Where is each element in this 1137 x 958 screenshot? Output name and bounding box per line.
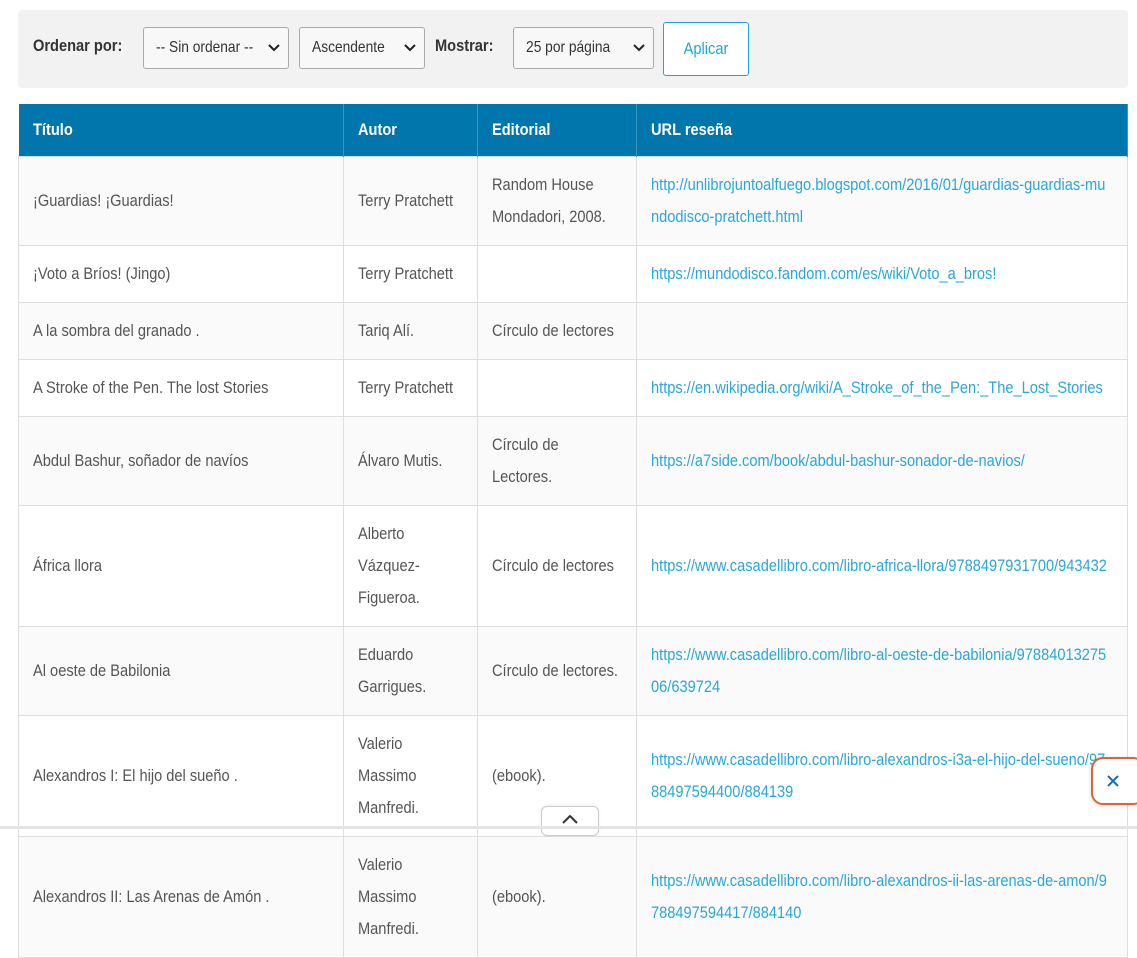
- page-size-value: 25 por página: [526, 39, 611, 56]
- chevron-down-icon: [268, 44, 280, 52]
- cell-review-url: https://en.wikipedia.org/wiki/A_Stroke_o…: [636, 358, 1128, 417]
- header-publisher[interactable]: Editorial: [477, 104, 637, 156]
- cell-title: Alexandros I: El hijo del sueño .: [18, 714, 344, 837]
- cell-author: Tariq Alí.: [343, 301, 478, 360]
- review-link[interactable]: https://a7side.com/book/abdul-bashur-son…: [651, 451, 1025, 470]
- review-link[interactable]: https://www.casadellibro.com/libro-afric…: [651, 556, 1107, 575]
- cell-author: Terry Pratchett: [343, 358, 478, 417]
- table-row: A la sombra del granado . Tariq Alí. Cír…: [18, 301, 1128, 360]
- sort-label: Ordenar por:: [33, 36, 123, 55]
- page-size-select[interactable]: 25 por página: [513, 27, 654, 69]
- cell-author: Álvaro Mutis.: [343, 415, 478, 506]
- sort-field-value: -- Sin ordenar --: [156, 39, 254, 56]
- sort-toolbar: Ordenar por: -- Sin ordenar -- Ascendent…: [18, 10, 1128, 88]
- cell-author: Valerio Massimo Manfredi.: [343, 714, 478, 837]
- cell-title: ¡Guardias! ¡Guardias!: [18, 155, 344, 246]
- sort-order-select[interactable]: Ascendente: [299, 27, 425, 69]
- review-link[interactable]: https://www.casadellibro.com/libro-alexa…: [651, 871, 1107, 922]
- cell-review-url: https://a7side.com/book/abdul-bashur-son…: [636, 415, 1128, 506]
- cell-author: Alberto Vázquez-Figueroa.: [343, 504, 478, 627]
- header-author[interactable]: Autor: [343, 104, 478, 156]
- table-row: Al oeste de Babilonia Eduardo Garrigues.…: [18, 625, 1128, 716]
- cell-publisher: Círculo de Lectores.: [477, 415, 637, 506]
- cell-author: Valerio Massimo Manfredi.: [343, 835, 478, 958]
- cell-review-url: https://www.casadellibro.com/libro-al-oe…: [636, 625, 1128, 716]
- cell-title: Al oeste de Babilonia: [18, 625, 344, 716]
- cell-review-url: [636, 301, 1128, 360]
- apply-button[interactable]: Aplicar: [663, 22, 749, 76]
- cell-review-url: https://mundodisco.fandom.com/es/wiki/Vo…: [636, 244, 1128, 303]
- cell-publisher: Círculo de lectores.: [477, 625, 637, 716]
- close-icon: [1107, 775, 1119, 787]
- table-row: ¡Guardias! ¡Guardias! Terry Pratchett Ra…: [18, 155, 1128, 246]
- table-row: ¡Voto a Bríos! (Jingo) Terry Pratchett h…: [18, 244, 1128, 303]
- sort-field-select[interactable]: -- Sin ordenar --: [143, 27, 289, 69]
- cell-review-url: https://www.casadellibro.com/libro-afric…: [636, 504, 1128, 627]
- close-button[interactable]: [1091, 757, 1137, 805]
- cell-publisher: Círculo de lectores: [477, 504, 637, 627]
- cell-publisher: (ebook).: [477, 835, 637, 958]
- cell-review-url: https://www.casadellibro.com/libro-alexa…: [636, 835, 1128, 958]
- cell-title: A Stroke of the Pen. The lost Stories: [18, 358, 344, 417]
- cell-author: Terry Pratchett: [343, 244, 478, 303]
- table-row: Alexandros II: Las Arenas de Amón . Vale…: [18, 835, 1128, 958]
- cell-publisher: [477, 244, 637, 303]
- cell-publisher: Random House Mondadori, 2008.: [477, 155, 637, 246]
- cell-title: Abdul Bashur, soñador de navíos: [18, 415, 344, 506]
- sort-order-value: Ascendente: [312, 39, 385, 56]
- cell-review-url: https://www.casadellibro.com/libro-alexa…: [636, 714, 1128, 837]
- table-row: Abdul Bashur, soñador de navíos Álvaro M…: [18, 415, 1128, 506]
- cell-title: Alexandros II: Las Arenas de Amón .: [18, 835, 344, 958]
- scroll-to-top-button[interactable]: [541, 806, 599, 836]
- cell-review-url: http://unlibrojuntoalfuego.blogspot.com/…: [636, 155, 1128, 246]
- review-link[interactable]: https://www.casadellibro.com/libro-alexa…: [651, 750, 1105, 801]
- apply-button-label: Aplicar: [683, 39, 729, 58]
- cell-title: África llora: [18, 504, 344, 627]
- cell-author: Terry Pratchett: [343, 155, 478, 246]
- show-label: Mostrar:: [435, 36, 494, 55]
- cell-author: Eduardo Garrigues.: [343, 625, 478, 716]
- chevron-down-icon: [404, 44, 416, 52]
- review-link[interactable]: https://www.casadellibro.com/libro-al-oe…: [651, 645, 1106, 696]
- table-row: África llora Alberto Vázquez-Figueroa. C…: [18, 504, 1128, 627]
- cell-title: ¡Voto a Bríos! (Jingo): [18, 244, 344, 303]
- cell-title: A la sombra del granado .: [18, 301, 344, 360]
- header-review-url[interactable]: URL reseña: [636, 104, 1128, 156]
- review-link[interactable]: https://mundodisco.fandom.com/es/wiki/Vo…: [651, 264, 996, 283]
- cell-publisher: Círculo de lectores: [477, 301, 637, 360]
- table-header-row: Título Autor Editorial URL reseña: [18, 104, 1128, 156]
- cell-publisher: [477, 358, 637, 417]
- review-link[interactable]: https://en.wikipedia.org/wiki/A_Stroke_o…: [651, 378, 1103, 397]
- chevron-down-icon: [633, 44, 645, 52]
- header-title[interactable]: Título: [18, 104, 344, 156]
- chevron-up-icon: [562, 815, 578, 824]
- review-link[interactable]: http://unlibrojuntoalfuego.blogspot.com/…: [651, 175, 1105, 226]
- table-row: A Stroke of the Pen. The lost Stories Te…: [18, 358, 1128, 417]
